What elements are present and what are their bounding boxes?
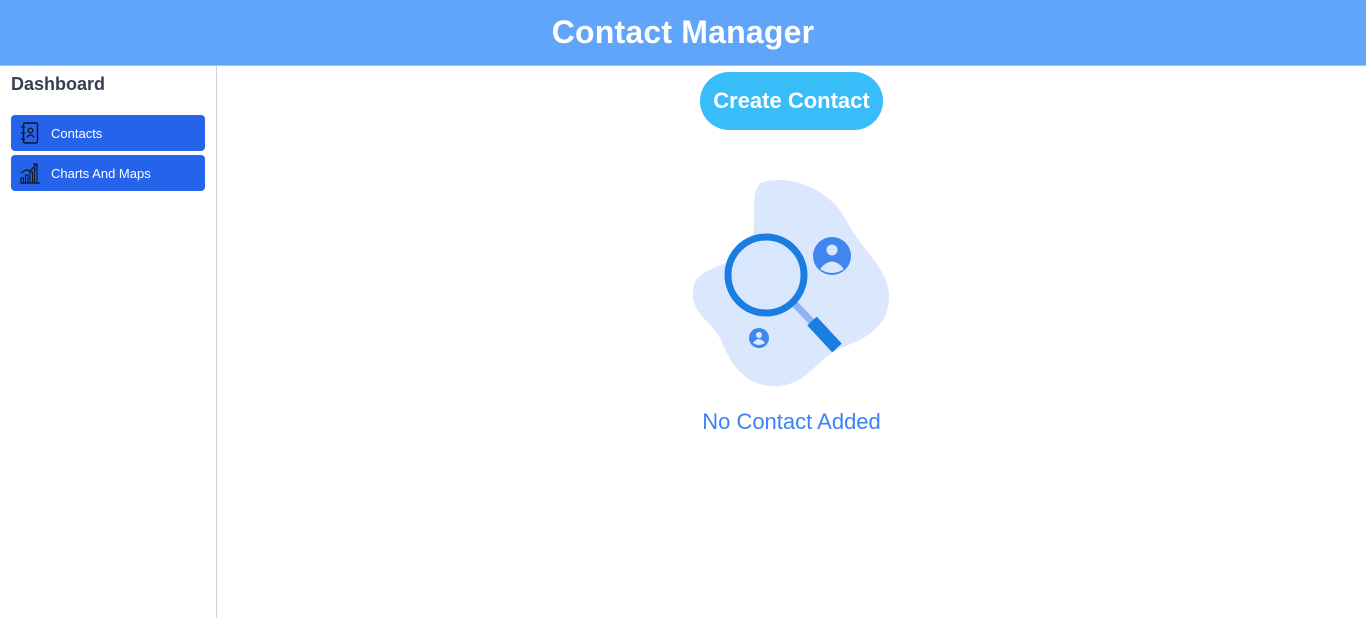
- app-title: Contact Manager: [551, 14, 815, 50]
- sidebar-item-charts-and-maps[interactable]: Charts And Maps: [11, 155, 205, 191]
- chart-growth-icon: [19, 162, 41, 184]
- sidebar-item-contacts[interactable]: Contacts: [11, 115, 205, 151]
- sidebar-title: Dashboard: [11, 74, 106, 94]
- sidebar-item-label: Charts And Maps: [51, 165, 151, 181]
- main-content: Create Contact No Contact Added: [217, 66, 1366, 618]
- create-contact-button[interactable]: Create Contact: [700, 72, 883, 130]
- contacts-book-icon: [19, 122, 41, 144]
- app-header: Contact Manager: [0, 0, 1366, 66]
- empty-state-message: No Contact Added: [702, 409, 881, 434]
- sidebar-item-label: Contacts: [51, 125, 103, 141]
- sidebar: Dashboard Contacts Charts And Maps: [0, 66, 217, 618]
- search-contacts-illustration: [691, 179, 893, 390]
